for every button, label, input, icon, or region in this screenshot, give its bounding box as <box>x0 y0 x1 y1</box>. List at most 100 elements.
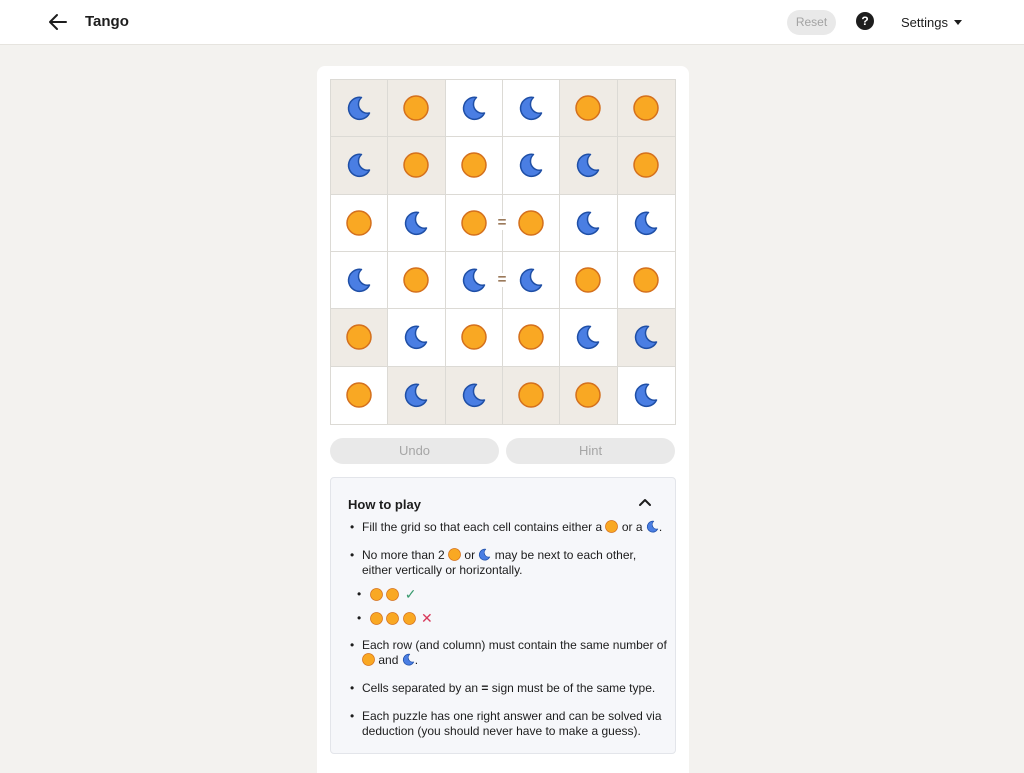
help-icon[interactable]: ? <box>856 12 874 30</box>
moon-icon <box>633 382 659 408</box>
board-cell[interactable] <box>331 194 389 252</box>
invalid-example: • ✕ <box>357 609 433 626</box>
board-cell[interactable] <box>617 194 675 252</box>
moon-icon <box>461 267 487 293</box>
board-cell <box>331 80 389 138</box>
valid-example: • ✓ <box>357 585 417 602</box>
sun-icon <box>346 324 372 351</box>
sun-icon <box>386 609 400 625</box>
sun-icon <box>461 210 487 236</box>
moon-icon <box>518 152 544 178</box>
sun-icon <box>575 95 602 121</box>
board-cell[interactable] <box>445 80 503 138</box>
board-cell[interactable] <box>388 251 446 310</box>
sun-icon <box>386 585 400 601</box>
sun-icon <box>575 267 602 293</box>
sun-icon <box>346 210 372 236</box>
board-cell[interactable]: = <box>445 194 509 252</box>
sun-icon <box>346 382 372 409</box>
board-cell[interactable] <box>502 251 561 310</box>
hint-button[interactable]: Hint <box>506 438 675 464</box>
moon-icon <box>403 210 429 236</box>
sun-icon <box>461 152 487 179</box>
check-icon: ✓ <box>404 586 417 602</box>
sun-icon <box>448 548 461 561</box>
rules-list: • Fill the grid so that each cell contai… <box>349 520 667 752</box>
board-cell[interactable] <box>502 137 561 195</box>
moon-icon <box>633 324 659 350</box>
board-cell[interactable] <box>502 80 561 138</box>
board-cell[interactable] <box>502 309 561 367</box>
board-cell[interactable] <box>331 251 389 310</box>
sun-icon <box>518 382 544 409</box>
moon-icon <box>403 324 429 350</box>
moon-icon <box>346 152 372 178</box>
board-cell <box>331 137 389 195</box>
moon-icon <box>461 95 487 121</box>
chevron-up-icon[interactable] <box>637 496 653 508</box>
moon-icon <box>575 210 601 236</box>
rule-text: Cells separated by an <box>362 681 479 695</box>
rule-text: Each puzzle has one right answer and can… <box>362 709 662 738</box>
reset-button[interactable]: Reset <box>787 10 836 35</box>
settings-label: Settings <box>901 15 948 30</box>
rule-item: • Each puzzle has one right answer and c… <box>350 709 662 738</box>
sun-icon <box>370 609 383 625</box>
settings-dropdown[interactable]: Settings <box>901 15 962 30</box>
rule-text: . <box>658 520 663 534</box>
board-cell[interactable] <box>560 251 618 310</box>
rule-item: • No more than 2 or may be next to each … <box>350 548 637 577</box>
board-cell <box>388 366 446 424</box>
moon-icon <box>346 95 372 121</box>
moon-icon <box>461 382 487 408</box>
board-cell <box>560 137 618 195</box>
rule-text: and <box>378 653 399 667</box>
board-cell[interactable] <box>617 251 675 310</box>
board-cell[interactable] <box>331 366 389 424</box>
equal-sign-icon: = <box>481 681 489 695</box>
board-cell[interactable] <box>388 309 446 367</box>
sun-icon <box>403 152 430 179</box>
board-cell <box>502 366 561 424</box>
rule-text: or <box>464 548 476 562</box>
moon-icon <box>575 324 601 350</box>
rule-text: sign must be of the same type. <box>491 681 656 695</box>
back-arrow-icon[interactable] <box>46 10 70 34</box>
board-cell <box>617 137 675 195</box>
board-cell[interactable] <box>560 194 618 252</box>
sun-icon <box>402 609 416 625</box>
sun-icon <box>518 210 544 236</box>
moon-icon <box>575 152 601 178</box>
board-cell[interactable] <box>445 309 503 367</box>
rule-text: . <box>414 653 419 667</box>
rule-text: Each row (and column) must contain the s… <box>362 638 667 652</box>
sun-icon <box>633 152 660 179</box>
game-board: = = <box>330 79 676 425</box>
board-cell <box>388 137 446 195</box>
board-cell[interactable]: = <box>445 251 509 310</box>
sun-icon <box>605 520 619 533</box>
rule-text: No more than 2 <box>362 548 445 562</box>
board-cell[interactable] <box>388 194 446 252</box>
chevron-down-icon <box>953 20 962 25</box>
moon-icon <box>518 95 544 121</box>
board-cell[interactable] <box>502 194 561 252</box>
rule-text: or a <box>621 520 643 534</box>
moon-icon <box>402 653 415 666</box>
moon-icon <box>633 210 659 236</box>
undo-button[interactable]: Undo <box>330 438 499 464</box>
moon-icon <box>346 267 372 293</box>
board-cell <box>388 80 446 138</box>
top-bar: Tango Reset ? Settings <box>0 0 1024 45</box>
board-cell[interactable] <box>560 309 618 367</box>
board-cell[interactable] <box>445 137 503 195</box>
equal-constraint-icon: = <box>494 272 509 288</box>
moon-icon <box>403 382 429 408</box>
moon-icon <box>518 267 544 293</box>
rule-item: • Fill the grid so that each cell contai… <box>350 520 663 534</box>
sun-icon <box>362 653 375 666</box>
sun-icon <box>403 95 430 121</box>
board-cell <box>445 366 503 424</box>
board-cell <box>560 80 618 138</box>
board-cell[interactable] <box>617 366 675 424</box>
